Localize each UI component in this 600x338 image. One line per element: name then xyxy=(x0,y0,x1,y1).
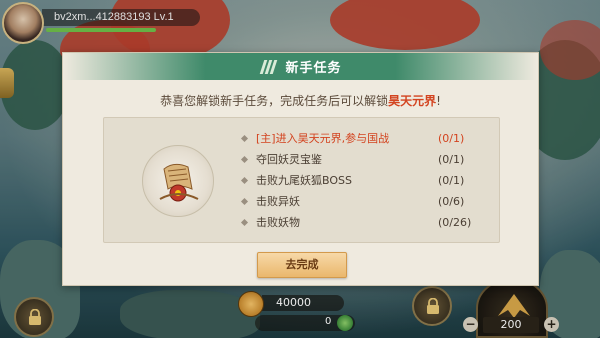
task-progress: (0/26) xyxy=(438,216,472,229)
intro-text: 恭喜您解锁新手任务，完成任务后可以解锁 xyxy=(160,94,389,108)
task-progress: (0/1) xyxy=(438,174,465,187)
dialog-title: 新手任务 xyxy=(285,61,342,76)
task-list: [主]进入昊天元界,参与国战 (0/1) 夺回妖灵宝鉴 (0/1) 击败九尾妖狐… xyxy=(240,128,472,233)
task-name: 击败异妖 xyxy=(256,195,300,208)
diamond-bullet-icon xyxy=(240,155,249,164)
go-complete-button[interactable]: 去完成 xyxy=(257,252,347,278)
diamond-bullet-icon xyxy=(240,218,249,227)
diamond-bullet-icon xyxy=(240,176,249,185)
task-name: 击败妖物 xyxy=(256,216,300,229)
task-name: 夺回妖灵宝鉴 xyxy=(256,153,322,166)
diamond-bullet-icon xyxy=(240,197,249,206)
diamond-bullet-icon xyxy=(240,134,249,143)
task-name: 击败九尾妖狐BOSS xyxy=(256,174,352,187)
task-row[interactable]: [主]进入昊天元界,参与国战 (0/1) xyxy=(240,128,472,149)
treasure-scroll-icon xyxy=(159,163,199,202)
task-row[interactable]: 击败妖物 (0/26) xyxy=(240,212,472,233)
task-emblem xyxy=(142,145,214,217)
task-progress: (0/1) xyxy=(438,132,465,145)
dialog-header: 新手任务 xyxy=(63,53,538,80)
task-row[interactable]: 击败异妖 (0/6) xyxy=(240,191,472,212)
intro-suffix: ! xyxy=(436,94,441,108)
task-row[interactable]: 夺回妖灵宝鉴 (0/1) xyxy=(240,149,472,170)
intro-highlight: 昊天元界 xyxy=(388,94,437,108)
scroll-icon xyxy=(259,59,278,75)
task-progress: (0/6) xyxy=(438,195,465,208)
task-row[interactable]: 击败九尾妖狐BOSS (0/1) xyxy=(240,170,472,191)
task-panel: [主]进入昊天元界,参与国战 (0/1) 夺回妖灵宝鉴 (0/1) 击败九尾妖狐… xyxy=(103,117,500,243)
task-progress: (0/1) xyxy=(438,153,465,166)
dialog-intro: 恭喜您解锁新手任务，完成任务后可以解锁昊天元界! xyxy=(63,92,538,109)
novice-task-dialog: 新手任务 恭喜您解锁新手任务，完成任务后可以解锁昊天元界! [主]进入昊天元界,… xyxy=(62,52,539,286)
task-name: [主]进入昊天元界,参与国战 xyxy=(256,132,390,145)
